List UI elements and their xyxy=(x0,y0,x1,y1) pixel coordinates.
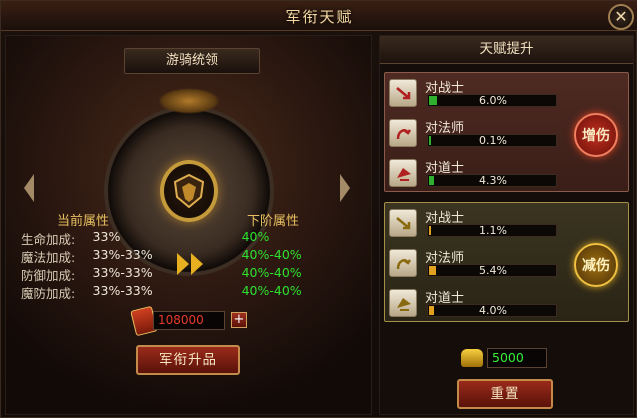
attribute-current: 33%-33% xyxy=(92,247,153,262)
attribute-next: 40% xyxy=(241,229,270,244)
vs-warrior-attack-icon xyxy=(389,79,417,107)
current-attributes-header: 当前属性 xyxy=(57,214,110,229)
talent-panel-title: 天赋提升 xyxy=(380,36,633,64)
rank-upgrade-button[interactable]: 军衔升品 xyxy=(136,345,240,375)
attribute-name: 生命加成: xyxy=(21,232,76,247)
rank-name: 游骑统领 xyxy=(124,48,260,74)
next-attributes-header: 下阶属性 xyxy=(247,214,300,229)
talent-progress: 0.1% xyxy=(427,134,557,147)
prev-rank-arrow-icon[interactable] xyxy=(24,174,34,202)
attribute-next: 40%-40% xyxy=(241,283,302,298)
talent-value: 4.3% xyxy=(479,174,507,187)
talent-window: 军衔天赋 ✕ 游骑统领 当前属性 下阶属性 生命加成: 33% 40% 魔法加成… xyxy=(0,0,637,418)
talent-row[interactable]: 对战士 1.1% xyxy=(389,207,569,239)
talent-row[interactable]: 对战士 6.0% xyxy=(389,77,569,109)
close-icon: ✕ xyxy=(614,7,628,26)
next-rank-arrow-icon[interactable] xyxy=(340,174,350,202)
vs-warrior-defense-icon xyxy=(389,209,417,237)
talent-row[interactable]: 对法师 5.4% xyxy=(389,247,569,279)
add-cost-button[interactable]: + xyxy=(231,312,247,328)
talent-row[interactable]: 对法师 0.1% xyxy=(389,117,569,149)
attribute-name: 魔法加成: xyxy=(21,250,76,265)
attribute-current: 33% xyxy=(92,229,121,244)
vs-mage-attack-icon xyxy=(389,119,417,147)
gold-ingot-icon xyxy=(461,349,483,367)
attribute-current: 33%-33% xyxy=(92,265,153,280)
vs-mage-defense-icon xyxy=(389,249,417,277)
talent-value: 6.0% xyxy=(479,94,507,107)
talent-row[interactable]: 对道士 4.3% xyxy=(389,157,569,189)
upgrade-arrow-icon xyxy=(173,253,211,277)
attribute-next: 40%-40% xyxy=(241,247,302,262)
damage-increase-seal-icon: 增伤 xyxy=(574,113,618,157)
vs-taoist-defense-icon xyxy=(389,289,417,317)
attribute-name: 防御加成: xyxy=(21,268,76,283)
close-button[interactable]: ✕ xyxy=(608,4,634,30)
attribute-row: 生命加成: 33% 40% xyxy=(21,229,341,247)
talent-value: 1.1% xyxy=(479,224,507,237)
title-bar: 军衔天赋 ✕ xyxy=(1,1,637,31)
damage-increase-group: 对战士 6.0% 对法师 0.1% 对道士 4.3% 增伤 xyxy=(384,72,629,192)
rank-badge-icon xyxy=(160,160,218,222)
talent-row[interactable]: 对道士 4.0% xyxy=(389,287,569,319)
damage-reduction-group: 对战士 1.1% 对法师 5.4% 对道士 4.0% 减伤 xyxy=(384,202,629,322)
reset-button[interactable]: 重置 xyxy=(457,379,553,409)
talent-value: 5.4% xyxy=(479,264,507,277)
vs-taoist-attack-icon xyxy=(389,159,417,187)
talent-progress: 1.1% xyxy=(427,224,557,237)
dragon-crest-icon xyxy=(158,88,220,114)
attribute-row: 魔防加成: 33%-33% 40%-40% xyxy=(21,283,341,301)
upgrade-cost: 108000 xyxy=(153,311,225,330)
talent-progress: 4.3% xyxy=(427,174,557,187)
talent-progress: 4.0% xyxy=(427,304,557,317)
talent-value: 0.1% xyxy=(479,134,507,147)
window-title: 军衔天赋 xyxy=(285,8,354,26)
attribute-current: 33%-33% xyxy=(92,283,153,298)
talent-value: 4.0% xyxy=(479,304,507,317)
attribute-name: 魔防加成: xyxy=(21,286,76,301)
talent-progress: 6.0% xyxy=(427,94,557,107)
damage-reduction-seal-icon: 减伤 xyxy=(574,243,618,287)
attribute-next: 40%-40% xyxy=(241,265,302,280)
talent-progress: 5.4% xyxy=(427,264,557,277)
gold-amount: 5000 xyxy=(487,348,547,368)
